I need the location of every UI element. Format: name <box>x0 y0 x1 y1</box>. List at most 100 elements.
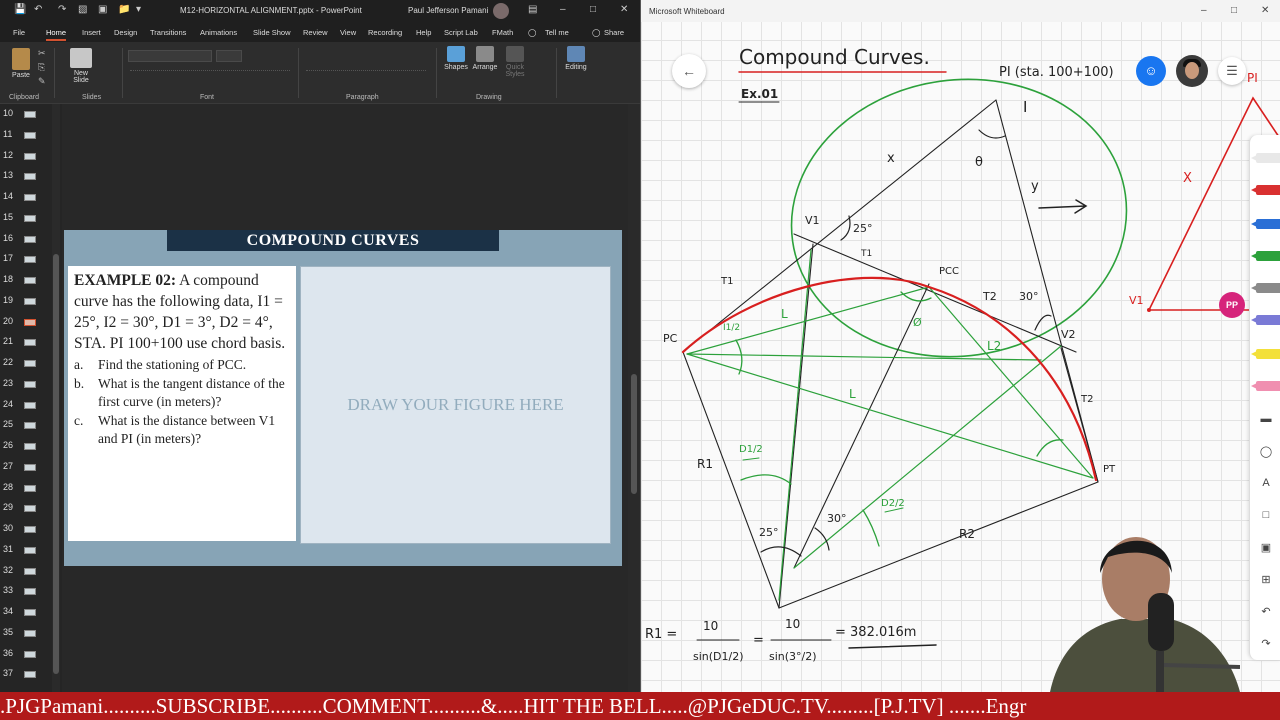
undo-icon[interactable]: ↶ <box>34 4 42 15</box>
ruler-icon[interactable]: ▬ <box>1258 413 1274 429</box>
slide-thumbnail[interactable]: 33 <box>0 581 52 602</box>
slide-thumbnail[interactable]: 26 <box>0 436 52 457</box>
back-button[interactable]: ← <box>672 54 706 88</box>
pen-purple-icon[interactable] <box>1251 315 1280 325</box>
redo-icon[interactable]: ↷ <box>1258 637 1274 653</box>
tab-transitions[interactable]: Transitions <box>150 28 186 37</box>
slide-thumbnail[interactable]: 31 <box>0 540 52 561</box>
pen-red-icon[interactable] <box>1251 185 1280 195</box>
slide-thumbnail[interactable]: 21 <box>0 332 52 353</box>
cut-icon[interactable]: ✂ <box>38 48 46 59</box>
tab-design[interactable]: Design <box>114 28 137 37</box>
person-icon: ☺ <box>1144 63 1158 78</box>
slide-thumbnail[interactable]: 36 <box>0 644 52 665</box>
menu-button[interactable]: ☰ <box>1218 57 1246 85</box>
slide-thumbnail[interactable]: 19 <box>0 291 52 312</box>
note-icon[interactable]: □ <box>1258 509 1274 525</box>
minimize-icon[interactable]: – <box>1201 5 1207 16</box>
tab-home[interactable]: Home <box>46 28 67 41</box>
tab-recording[interactable]: Recording <box>368 28 402 37</box>
share-button[interactable]: Share <box>604 28 624 37</box>
paste-button[interactable]: Paste <box>8 48 34 79</box>
pen-gray-icon[interactable] <box>1251 283 1280 293</box>
slide-layout-icon[interactable]: ▣ <box>98 4 107 15</box>
editing-button[interactable]: Editing <box>562 46 590 71</box>
participant-badge[interactable]: PP <box>1219 292 1245 318</box>
slide-thumbnail[interactable]: 10 <box>0 104 52 125</box>
tab-slide-show[interactable]: Slide Show <box>253 28 291 37</box>
slide-thumbnail[interactable]: 20 <box>0 312 52 333</box>
slide-thumbnail[interactable]: 25 <box>0 415 52 436</box>
slide-thumbnail[interactable]: 18 <box>0 270 52 291</box>
slide-thumbnail[interactable]: 15 <box>0 208 52 229</box>
slide-thumbnail[interactable]: 32 <box>0 561 52 582</box>
image-icon[interactable]: ▣ <box>1258 541 1274 557</box>
customize-quick-access-icon[interactable]: ▾ <box>136 4 141 15</box>
slide-thumbnail[interactable]: 27 <box>0 457 52 478</box>
arrange-button[interactable]: Arrange <box>470 46 500 71</box>
tab-file[interactable]: File <box>13 28 25 37</box>
maximize-icon[interactable]: □ <box>590 4 596 15</box>
text-icon[interactable]: A <box>1258 477 1274 493</box>
slide-thumbnail[interactable]: 16 <box>0 229 52 250</box>
editor-scrollbar[interactable] <box>628 104 640 692</box>
font-name-box[interactable] <box>128 50 212 62</box>
maximize-icon[interactable]: □ <box>1231 5 1237 16</box>
tab-script-lab[interactable]: Script Lab <box>444 28 478 37</box>
tab-view[interactable]: View <box>340 28 356 37</box>
minimize-icon[interactable]: – <box>560 4 566 15</box>
add-icon[interactable]: ⊞ <box>1258 573 1274 589</box>
slide-preview <box>24 650 36 658</box>
v1-label: V1 <box>805 214 820 227</box>
pen-black-icon[interactable] <box>1251 153 1280 163</box>
format-painter-icon[interactable]: ▧ <box>78 4 87 15</box>
new-slide-button[interactable]: New Slide <box>66 48 96 84</box>
pen-blue-icon[interactable] <box>1251 219 1280 229</box>
slide-thumbnail[interactable]: 22 <box>0 353 52 374</box>
slide-thumbnail[interactable]: 24 <box>0 395 52 416</box>
tab-insert[interactable]: Insert <box>82 28 101 37</box>
highlighter-yellow-icon[interactable] <box>1251 349 1280 359</box>
slide-thumbnail[interactable]: 12 <box>0 146 52 167</box>
ribbon-display-icon[interactable]: ▤ <box>528 4 537 15</box>
slide-thumbnail[interactable]: 14 <box>0 187 52 208</box>
pen-green-icon[interactable] <box>1251 251 1280 261</box>
slide-thumbnail[interactable]: 23 <box>0 374 52 395</box>
folder-icon[interactable]: 📁 <box>118 4 130 15</box>
user-avatar[interactable] <box>493 3 509 19</box>
slide-thumbnail[interactable]: 17 <box>0 249 52 270</box>
eraser-icon[interactable] <box>1251 381 1280 391</box>
close-icon[interactable]: ✕ <box>1261 5 1269 16</box>
format-painter-icon[interactable]: ✎ <box>38 76 46 87</box>
slide-thumbnail[interactable]: 28 <box>0 478 52 499</box>
tab-fmath[interactable]: FMath <box>492 28 513 37</box>
slide-thumbnail[interactable]: 34 <box>0 602 52 623</box>
tab-help[interactable]: Help <box>416 28 431 37</box>
thumbnail-scrollbar[interactable] <box>52 104 60 692</box>
close-icon[interactable]: ✕ <box>620 4 628 15</box>
figure-placeholder-text: DRAW YOUR FIGURE HERE <box>347 395 564 414</box>
undo-icon[interactable]: ↶ <box>1258 605 1274 621</box>
example-text-box[interactable]: EXAMPLE 02: A compound curve has the fol… <box>68 266 296 541</box>
slide-title[interactable]: COMPOUND CURVES <box>167 230 499 251</box>
shapes-button[interactable]: Shapes <box>442 46 470 71</box>
redo-icon[interactable]: ↷ <box>58 4 66 15</box>
figure-placeholder[interactable]: DRAW YOUR FIGURE HERE <box>300 266 611 544</box>
slide-thumbnail[interactable]: 13 <box>0 166 52 187</box>
lasso-icon[interactable]: ◯ <box>1258 445 1274 461</box>
slide-thumbnail[interactable]: 37 <box>0 664 52 685</box>
font-size-box[interactable] <box>216 50 242 62</box>
slide-thumbnail[interactable]: 30 <box>0 519 52 540</box>
copy-icon[interactable]: ⎘ <box>38 62 45 73</box>
slide-thumbnail[interactable]: 29 <box>0 498 52 519</box>
user-avatar[interactable] <box>1176 55 1208 87</box>
slide-thumbnail[interactable]: 11 <box>0 125 52 146</box>
share-button[interactable]: ☺ <box>1136 56 1166 86</box>
save-icon[interactable]: 💾 <box>14 4 26 15</box>
tab-animations[interactable]: Animations <box>200 28 237 37</box>
slide-thumbnail[interactable]: 35 <box>0 623 52 644</box>
tab-tell-me[interactable]: Tell me <box>545 28 569 37</box>
slide-canvas[interactable]: COMPOUND CURVES EXAMPLE 02: A compound c… <box>64 230 622 566</box>
quick-styles-button[interactable]: Quick Styles <box>502 46 528 78</box>
tab-review[interactable]: Review <box>303 28 328 37</box>
